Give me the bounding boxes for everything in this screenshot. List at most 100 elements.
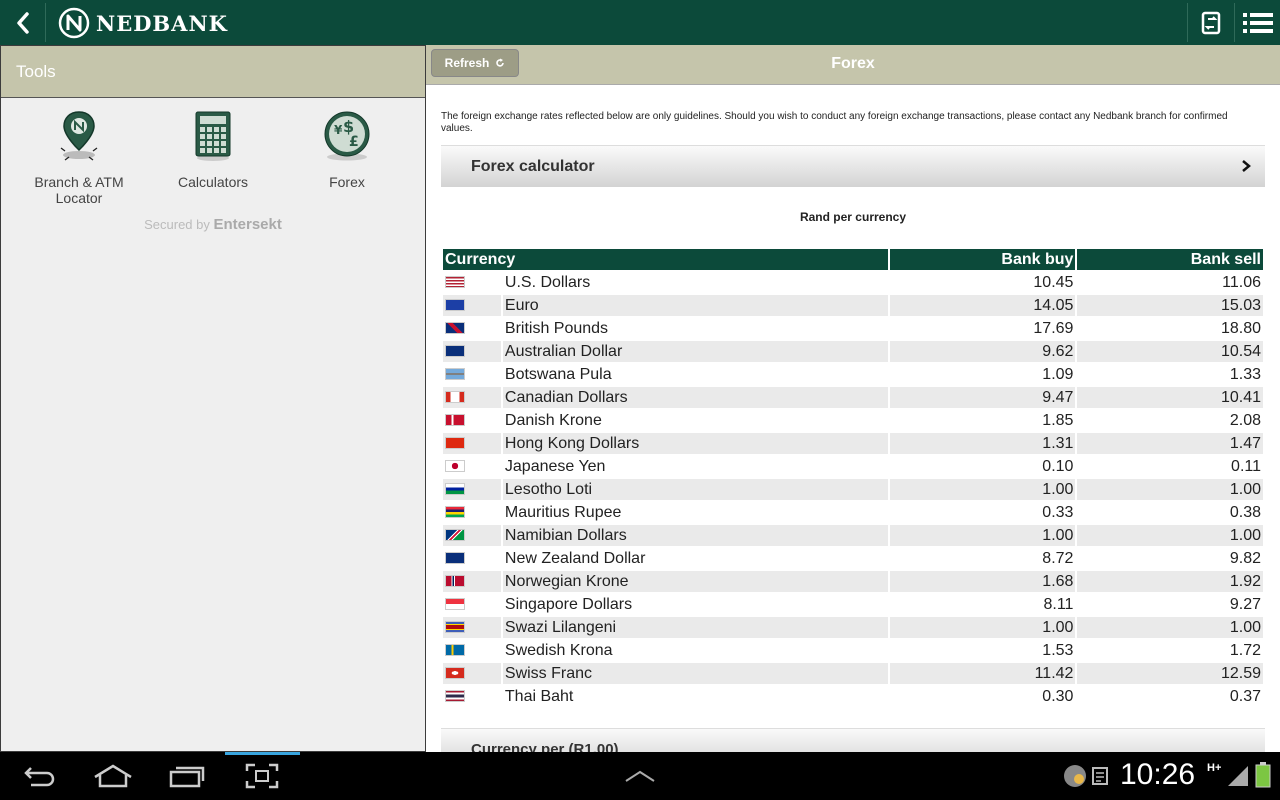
tools-grid: Branch & ATM Locator Calculators ¥ $ £ For… [1,98,425,218]
flag-cell [443,433,501,454]
bank-sell-value: 10.54 [1077,341,1263,362]
table-body: U.S. Dollars 10.45 11.06 Euro 14.05 15.03 Brit… [443,272,1263,707]
currency-name: British Pounds [504,319,609,337]
bank-sell-value: 9.27 [1229,595,1261,613]
table-row: Thai Baht 0.30 0.37 [443,686,1263,707]
currency-name: Japanese Yen [504,457,606,475]
th-flag-icon [445,690,465,703]
bank-buy-value: 0.30 [1042,687,1074,705]
forex-calculator-row[interactable]: Forex calculator [441,145,1265,187]
app-root: NEDBANK Tools Branch & ATM Locator Calcu… [0,0,1280,800]
back-button[interactable] [0,0,45,45]
table-row: Lesotho Loti 1.00 1.00 [443,479,1263,500]
divider [45,3,46,42]
table-row: U.S. Dollars 10.45 11.06 [443,272,1263,293]
home-icon [94,764,132,788]
ch-flag-icon [445,667,465,680]
bank-sell-value: 11.06 [1222,273,1261,291]
bank-sell-value: 1.00 [1077,525,1263,546]
ls-flag-icon [445,483,465,496]
flag-cell [443,686,501,707]
menu-list-icon [1243,12,1273,33]
bank-buy-value: 10.45 [1033,273,1074,291]
flag-cell [443,387,501,408]
flag-cell [443,479,501,500]
table-row: Swiss Franc 11.42 12.59 [443,663,1263,684]
currency-name: Danish Krone [504,411,602,429]
currency-name: Swiss Franc [502,663,888,684]
secured-prefix: Secured by [144,217,210,232]
disclaimer-text: The foreign exchange rates reflected bel… [441,111,1228,134]
table-row: Swazi Lilangeni 1.00 1.00 [443,617,1263,638]
currency-name: Hong Kong Dollars [502,433,888,454]
currency-name: New Zealand Dollar [504,549,646,567]
table-row: Danish Krone 1.85 2.08 [443,410,1263,431]
svg-text:£: £ [349,134,359,150]
bank-buy-value: 1.00 [889,525,1076,546]
table-row: Singapore Dollars 8.11 9.27 [443,594,1263,615]
notification-app-icon[interactable] [1062,752,1088,800]
calculator-icon [195,111,231,161]
flag-cell [443,617,501,638]
table-row: Australian Dollar 9.62 10.54 [443,341,1263,362]
bank-buy-value: 1.31 [889,433,1076,454]
na-flag-icon [445,529,465,542]
app-notification-icon [1064,765,1086,787]
mu-flag-icon [445,506,465,519]
nav-expand-button[interactable] [620,752,660,800]
flag-cell [443,502,501,523]
bank-buy-value: 0.10 [1042,457,1074,475]
bank-sell-value: 1.00 [1077,617,1263,638]
battery-icon [1255,762,1271,788]
svg-text:¥: ¥ [334,123,343,137]
chevron-right-icon [1242,160,1251,172]
flag-cell [443,525,501,546]
table-subtitle: Rand per currency [799,210,907,224]
signal-strength [1228,766,1248,791]
screen-capture-icon [245,763,279,789]
bank-buy-value: 14.05 [889,295,1076,316]
status-clock: 10:26 [1120,758,1196,791]
branch-atm-locator-tool[interactable]: Branch & ATM Locator [19,110,139,206]
column-header-bank-buy: Bank buy [889,249,1076,270]
flag-cell [443,456,501,477]
nav-recent-apps-button[interactable] [162,752,212,800]
nav-back-icon [24,767,55,787]
currency-name: Euro [502,295,888,316]
tool-label: Forex [329,174,365,190]
nav-back-button[interactable] [15,752,65,800]
currency-name: Norwegian Krone [502,571,888,592]
flag-cell [443,341,501,362]
chevron-up-icon [625,770,655,782]
currency-per-rand-label: Currency per (R1.00) [471,741,619,752]
forex-panel: Refresh Forex The foreign exchange rates… [426,45,1280,752]
signal-icon [1228,766,1248,786]
bank-sell-value: 12.59 [1077,663,1263,684]
document-notification-icon [1092,767,1108,785]
dk-flag-icon [445,414,465,427]
bank-sell-value: 0.11 [1231,457,1261,475]
notification-doc-icon[interactable] [1090,752,1110,800]
bank-sell-value: 1.47 [1077,433,1263,454]
calculators-tool[interactable]: Calculators [153,110,273,190]
forex-tool[interactable]: ¥ $ £ Forex [287,110,407,190]
bank-buy-value: 1.68 [889,571,1076,592]
flag-cell [443,272,501,293]
currency-name: Namibian Dollars [502,525,888,546]
table-row: Namibian Dollars 1.00 1.00 [443,525,1263,546]
switch-view-button[interactable] [1188,0,1234,45]
menu-button[interactable] [1235,0,1280,45]
table-row: Swedish Krona 1.53 1.72 [443,640,1263,661]
hk-flag-icon [445,437,465,450]
recent-apps-icon [169,766,205,788]
table-row: British Pounds 17.69 18.80 [443,318,1263,339]
nav-home-button[interactable] [88,752,138,800]
flag-cell [443,318,501,339]
currency-per-rand-row[interactable]: Currency per (R1.00) [441,728,1265,752]
nav-screenshot-button[interactable] [237,752,287,800]
bank-sell-value: 1.92 [1077,571,1263,592]
bank-buy-value: 1.53 [1042,641,1074,659]
currency-name: Mauritius Rupee [504,503,622,521]
brand-name: NEDBANK [96,10,228,36]
bank-sell-value: 9.82 [1229,549,1261,567]
